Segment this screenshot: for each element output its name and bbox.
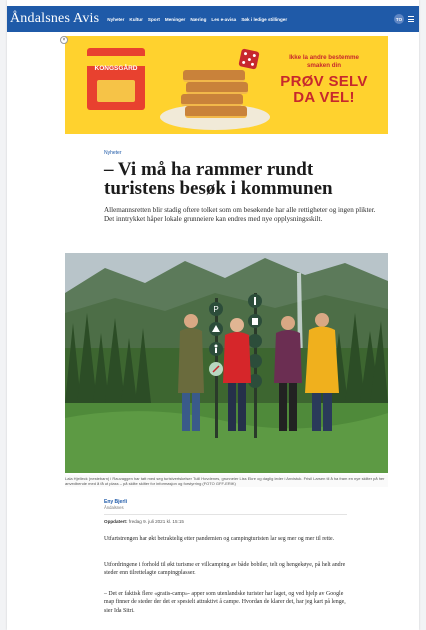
ad-tagline: Ikke la andre bestemme smaken din xyxy=(289,54,359,69)
hamburger-menu-icon[interactable] xyxy=(408,16,414,22)
published-label: Oppdatert: xyxy=(104,519,128,524)
author-role: Åndalsnes xyxy=(104,505,124,510)
nav-right: TO xyxy=(394,14,414,24)
body-paragraph: Utfordringene i forhold til økt turisme … xyxy=(104,562,346,577)
photo-caption: Lala Hjelleck (nestebarn) i Rauvaggen ha… xyxy=(65,475,388,488)
cheese-package-image: KONGSGÅRD xyxy=(87,48,145,110)
top-navigation: Åndalsnes Avis Nyheter Kultur Sport Meni… xyxy=(7,6,419,32)
camping-icon xyxy=(209,322,223,336)
published-value: fredag 9. juli 2021 kl. 15:15 xyxy=(128,519,184,524)
svg-text:P: P xyxy=(213,305,218,314)
published-date: Oppdatert: fredag 9. juli 2021 kl. 15:15 xyxy=(104,519,184,524)
grilled-sandwich-image xyxy=(181,66,248,124)
ad-call-to-action: PRØV SELV DA VEL! xyxy=(280,73,368,106)
divider xyxy=(104,514,347,515)
nav-link-nyheter[interactable]: Nyheter xyxy=(107,17,124,22)
no-fire-icon xyxy=(209,362,223,376)
nav-link-stillinger[interactable]: Søk i ledige stillinger xyxy=(241,17,287,22)
nav-link-meninger[interactable]: Meninger xyxy=(165,17,185,22)
trash-icon xyxy=(248,314,262,328)
body-paragraph: Utfartstrengen har økt betraktelig etter… xyxy=(104,536,335,542)
nav-link-naering[interactable]: Næring xyxy=(190,17,206,22)
ad-close-icon[interactable]: × xyxy=(60,36,68,44)
info-icon xyxy=(248,294,262,308)
article-photo[interactable]: P xyxy=(65,253,388,473)
page: Åndalsnes Avis Nyheter Kultur Sport Meni… xyxy=(7,0,419,630)
advertisement-banner[interactable]: KONGSGÅRD Ikke la andre bestemme smaken … xyxy=(65,36,388,134)
site-logo[interactable]: Åndalsnes Avis xyxy=(10,11,99,27)
user-avatar[interactable]: TO xyxy=(394,14,404,24)
article-headline: – Vi må ha rammer rundt turistens besøk … xyxy=(104,159,333,199)
nav-links: Nyheter Kultur Sport Meninger Næring Les… xyxy=(107,17,287,22)
nav-link-e-avis[interactable]: Les e-avisa xyxy=(211,17,236,22)
parking-icon: P xyxy=(209,302,223,316)
hiking-icon xyxy=(209,342,223,356)
section-tag[interactable]: Nyheter xyxy=(104,150,122,156)
nav-link-sport[interactable]: Sport xyxy=(148,17,160,22)
dice-icon xyxy=(238,48,260,70)
article-lead: Allemannsretten blir stadig oftere tolke… xyxy=(104,206,376,224)
ad-brand-label: KONGSGÅRD xyxy=(94,65,138,72)
nav-link-kultur[interactable]: Kultur xyxy=(129,17,143,22)
body-paragraph: – Det er faktisk flere «gratis-camp»- ap… xyxy=(104,591,346,614)
